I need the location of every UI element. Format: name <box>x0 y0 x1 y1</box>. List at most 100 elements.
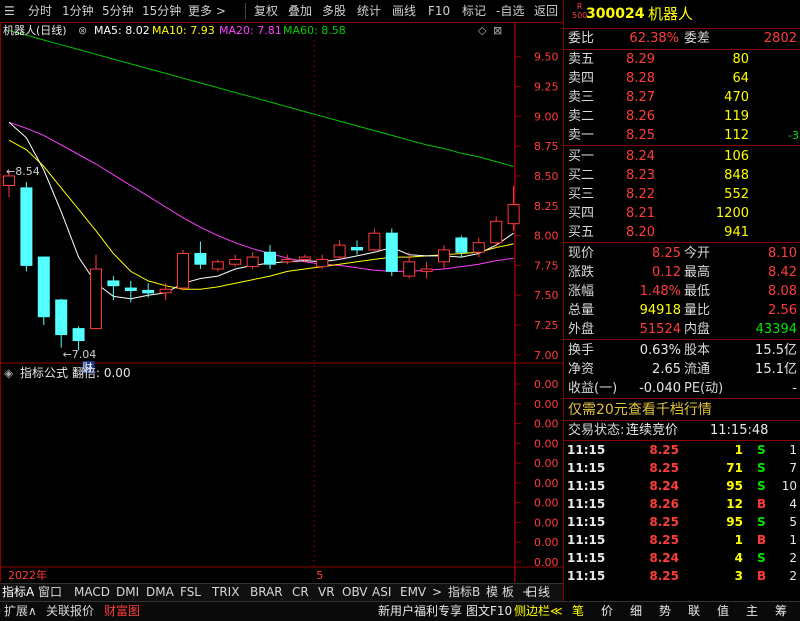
indicator-tab[interactable]: 指标A <box>2 584 34 601</box>
candle <box>20 181 33 272</box>
tick-price: 8.25 <box>649 515 679 529</box>
bottom-left-tab[interactable]: 扩展∧ <box>4 602 37 621</box>
stat-value: 8.08 <box>768 284 797 299</box>
tick-time: 11:15 <box>567 461 606 475</box>
candle <box>333 240 346 260</box>
stat-label: 流通 <box>684 362 711 377</box>
zixuan-button[interactable]: -自选 <box>496 0 524 22</box>
indicator-tab[interactable]: 模 板 <box>486 584 514 601</box>
indicator-tab[interactable]: DMA <box>146 584 174 601</box>
indicator-tab[interactable]: EMV <box>400 584 426 601</box>
tab-1min[interactable]: 1分钟 <box>62 0 94 22</box>
bottom-left-tab[interactable]: 财富图 <box>104 602 140 621</box>
indicator-tab[interactable]: FSL <box>180 584 201 601</box>
low-price-label: ←7.04 <box>63 348 97 361</box>
stat-value: -0.040 <box>639 381 681 396</box>
sell-row: 卖二 8.26 119 <box>564 107 800 126</box>
indicator-tab[interactable]: VR <box>318 584 335 601</box>
panel-tab[interactable]: 笔 <box>572 602 584 621</box>
tick-count: 2 <box>789 551 797 565</box>
candle-body <box>385 232 398 272</box>
fuquan-button[interactable]: 复权 <box>254 0 278 22</box>
y-tick-label: 8.50 <box>534 170 559 183</box>
buy-label: 买二 <box>568 168 595 183</box>
kline-chart[interactable]: 9.50 9.25 9.00 8.75 8.50 8.25 8.00 7.75 7.50 7.25… <box>0 22 563 582</box>
sell-volume: 80 <box>732 52 749 67</box>
tick-row: 11:15 8.26 12 B 4 <box>564 495 800 513</box>
indicator-tab[interactable]: 指标B <box>448 584 480 601</box>
y-tick-label: 8.25 <box>534 200 559 213</box>
tab-15min[interactable]: 15分钟 <box>142 0 181 22</box>
panel-tab[interactable]: 值 <box>717 602 729 621</box>
sell-price: 8.29 <box>626 52 655 67</box>
ma5-line <box>8 121 514 300</box>
panel-tab[interactable]: 联 <box>688 602 700 621</box>
ma60-line <box>8 30 514 167</box>
candle <box>37 256 50 326</box>
tab-5min[interactable]: 5分钟 <box>102 0 134 22</box>
diamond-icon[interactable]: ◇ <box>478 22 486 40</box>
buy-price: 8.21 <box>626 206 655 221</box>
indicator-tab[interactable]: TRIX <box>212 584 239 601</box>
chart-header: 机器人(日线) ⊗ MA5: 8.02 MA10: 7.93 MA20: 7.8… <box>0 22 515 40</box>
candle-body <box>194 252 207 265</box>
menu-icon[interactable]: ☰ <box>4 0 15 22</box>
indicator-tab[interactable]: OBV <box>342 584 368 601</box>
panel-tab[interactable]: 细 <box>630 602 642 621</box>
buy-price: 8.22 <box>626 187 655 202</box>
stat-value: 15.5亿 <box>755 343 797 358</box>
indicator-tab[interactable]: DMI <box>116 584 139 601</box>
sell-price: 8.26 <box>626 109 655 124</box>
panel-tab[interactable]: 筹 <box>775 602 787 621</box>
tick-count: 2 <box>789 569 797 583</box>
tick-price: 8.26 <box>649 497 679 511</box>
panel-tab[interactable]: 价 <box>601 602 613 621</box>
panel-tab[interactable]: 势 <box>659 602 671 621</box>
back-button[interactable]: 返回 <box>534 0 558 22</box>
bottom-left-tab[interactable]: 关联报价 <box>46 602 94 621</box>
stat-label: 今开 <box>684 246 711 261</box>
buy-price: 8.24 <box>626 149 655 164</box>
tab-more[interactable]: 更多 > <box>188 0 226 22</box>
indicator-tab[interactable]: > <box>432 584 442 601</box>
biaoji-button[interactable]: 标记 <box>462 0 486 22</box>
duogu-button[interactable]: 多股 <box>322 0 346 22</box>
buy-volume: 941 <box>724 225 749 240</box>
indicator-tab[interactable]: BRAR <box>250 584 283 601</box>
stat-value: 15.1亿 <box>755 362 797 377</box>
promo-banner[interactable]: 仅需20元查看千档行情 <box>564 400 800 420</box>
tab-fenshi[interactable]: 分时 <box>28 0 52 22</box>
indicator-tab[interactable]: CR <box>292 584 309 601</box>
y-tick-label: 8.00 <box>534 230 559 243</box>
period-label[interactable]: 日线 <box>526 584 550 601</box>
expand-icon[interactable]: ◈ <box>4 364 13 382</box>
tongji-button[interactable]: 统计 <box>357 0 381 22</box>
y-tick-label: 7.00 <box>534 349 559 362</box>
candle-body <box>107 280 120 287</box>
panel-tab[interactable]: 主 <box>746 602 758 621</box>
settings-icon[interactable]: ⊗ <box>78 22 87 40</box>
stat-value: 8.42 <box>768 265 797 280</box>
tick-row: 11:15 8.25 1 S 1 <box>564 441 800 459</box>
diejia-button[interactable]: 叠加 <box>288 0 312 22</box>
close-icon[interactable]: ⊠ <box>493 22 502 40</box>
buy-label: 买一 <box>568 149 595 164</box>
indicator-tab[interactable]: MACD <box>74 584 110 601</box>
indicator-name[interactable]: 指标公式 <box>20 364 68 382</box>
y-tick-label: 7.25 <box>534 319 559 332</box>
indicator-tick-label: 0.00 <box>534 378 559 391</box>
candle-body <box>72 328 85 342</box>
indicator-tab[interactable]: ASI <box>372 584 391 601</box>
bottom-mid-tab[interactable]: 侧边栏≪ <box>514 602 563 621</box>
f10-button[interactable]: F10 <box>428 0 450 22</box>
indicator-tab[interactable]: 窗口 <box>38 584 62 601</box>
candle-body <box>264 251 276 265</box>
sell-row: 卖三 8.27 470 <box>564 88 800 107</box>
buy-row: 买四 8.21 1200 <box>564 204 800 223</box>
candle-body <box>298 256 311 260</box>
bottom-mid-tab[interactable]: 新用户福利专享 <box>378 602 462 621</box>
bottom-mid-tab[interactable]: 图文F10 <box>466 602 512 621</box>
candle-body <box>37 256 50 318</box>
huaxian-button[interactable]: 画线 <box>392 0 416 22</box>
candle <box>281 254 294 265</box>
